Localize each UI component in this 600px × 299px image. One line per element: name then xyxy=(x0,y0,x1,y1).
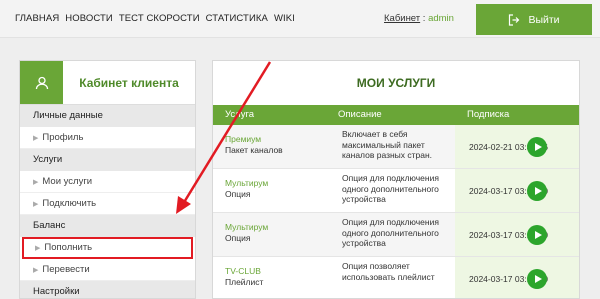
sidebar-title: Кабинет клиента xyxy=(79,75,179,90)
username: admin xyxy=(428,13,454,24)
sidebar-item-transfer[interactable]: ▶ Перевести xyxy=(20,259,195,281)
logout-button[interactable]: Выйти xyxy=(476,4,592,35)
table-row: TV-CLUB Плейлист Опция позволяет использо… xyxy=(213,257,579,298)
table-row: Премиум Пакет каналов Включает в себя мак… xyxy=(213,125,579,169)
description-cell: Опция для подключения одного дополнитель… xyxy=(342,173,439,204)
nav-speed-test[interactable]: ТЕСТ СКОРОСТИ xyxy=(119,13,200,24)
arrow-right-icon: ▶ xyxy=(33,179,39,186)
service-kind: Пакет каналов xyxy=(225,145,283,155)
arrow-right-icon: ▶ xyxy=(33,135,39,142)
sidebar-item-label: Пополнить xyxy=(44,242,93,253)
sidebar-group-personal: Личные данные xyxy=(20,105,195,127)
arrow-right-icon: ▶ xyxy=(33,201,39,208)
service-cell: Мультирум Опция xyxy=(213,169,334,212)
service-cell: TV-CLUB Плейлист xyxy=(213,257,334,298)
service-name[interactable]: Мультирум xyxy=(225,178,334,189)
subscription-cell: 2024-03-17 03:16:10 xyxy=(455,257,579,298)
sidebar-group-balance: Баланс xyxy=(20,215,195,237)
client-sidebar: Кабинет клиента Личные данные ▶ Профиль У… xyxy=(19,60,196,299)
sidebar-item-connect[interactable]: ▶ Подключить xyxy=(20,193,195,215)
service-cell: Премиум Пакет каналов xyxy=(213,125,334,168)
service-name[interactable]: Премиум xyxy=(225,134,334,145)
cabinet-separator: : xyxy=(420,13,429,24)
play-icon[interactable] xyxy=(527,181,547,201)
description-cell: Включает в себя максимальный пакет канал… xyxy=(342,129,433,160)
sidebar-item-top-up[interactable]: ▶ Пополнить xyxy=(22,237,193,259)
play-icon[interactable] xyxy=(527,269,547,289)
service-kind: Опция xyxy=(225,189,251,199)
service-name[interactable]: TV-CLUB xyxy=(225,266,334,277)
logout-icon xyxy=(509,13,520,26)
arrow-right-icon: ▶ xyxy=(33,267,39,274)
subscription-cell: 2024-03-17 03:16:10 xyxy=(455,169,579,212)
nav-home[interactable]: ГЛАВНАЯ xyxy=(15,13,59,24)
play-icon[interactable] xyxy=(527,225,547,245)
service-kind: Плейлист xyxy=(225,277,264,287)
sidebar-item-label: Перевести xyxy=(42,264,90,275)
table-row: Мультирум Опция Опция для подключения одн… xyxy=(213,169,579,213)
table-body: Премиум Пакет каналов Включает в себя мак… xyxy=(213,125,579,298)
service-kind: Опция xyxy=(225,233,251,243)
cabinet-link[interactable]: Кабинет xyxy=(384,13,420,24)
description-cell: Опция для подключения одного дополнитель… xyxy=(342,217,439,248)
nav-statistics[interactable]: СТАТИСТИКА xyxy=(206,13,268,24)
logout-label: Выйти xyxy=(528,13,560,26)
column-header-description: Описание xyxy=(338,109,382,120)
subscription-cell: 2024-02-21 03:35:46 xyxy=(455,125,579,168)
sidebar-header: Кабинет клиента xyxy=(20,61,195,105)
user-icon xyxy=(35,76,48,89)
sidebar-group-services: Услуги xyxy=(20,149,195,171)
description-cell: Опция позволяет использовать плейлист xyxy=(342,261,435,282)
cabinet-info: Кабинет : admin xyxy=(384,13,454,24)
sidebar-item-label: Профиль xyxy=(42,132,84,143)
table-row: Мультирум Опция Опция для подключения одн… xyxy=(213,213,579,257)
service-cell: Мультирум Опция xyxy=(213,213,334,256)
services-panel: МОИ УСЛУГИ Услуга Описание Подписка Прем… xyxy=(212,60,580,299)
sidebar-item-label: Подключить xyxy=(42,198,97,209)
service-name[interactable]: Мультирум xyxy=(225,222,334,233)
page-title: МОИ УСЛУГИ xyxy=(356,76,436,90)
sidebar-item-profile[interactable]: ▶ Профиль xyxy=(20,127,195,149)
sidebar-group-settings: Настройки xyxy=(20,281,195,298)
nav-wiki[interactable]: WIKI xyxy=(274,13,295,24)
main-nav: ГЛАВНАЯ НОВОСТИ ТЕСТ СКОРОСТИ СТАТИСТИКА… xyxy=(15,13,295,24)
play-icon[interactable] xyxy=(527,137,547,157)
sidebar-item-label: Мои услуги xyxy=(42,176,93,187)
table-header: Услуга Описание Подписка xyxy=(213,105,579,125)
avatar xyxy=(20,61,63,104)
sidebar-item-my-services[interactable]: ▶ Мои услуги xyxy=(20,171,195,193)
page: ГЛАВНАЯ НОВОСТИ ТЕСТ СКОРОСТИ СТАТИСТИКА… xyxy=(0,0,600,299)
column-header-service: Услуга xyxy=(225,109,254,120)
column-header-subscription: Подписка xyxy=(467,109,510,120)
subscription-cell: 2024-03-17 03:16:10 xyxy=(455,213,579,256)
top-bar: ГЛАВНАЯ НОВОСТИ ТЕСТ СКОРОСТИ СТАТИСТИКА… xyxy=(0,0,600,38)
arrow-right-icon: ▶ xyxy=(35,245,41,252)
nav-news[interactable]: НОВОСТИ xyxy=(65,13,113,24)
